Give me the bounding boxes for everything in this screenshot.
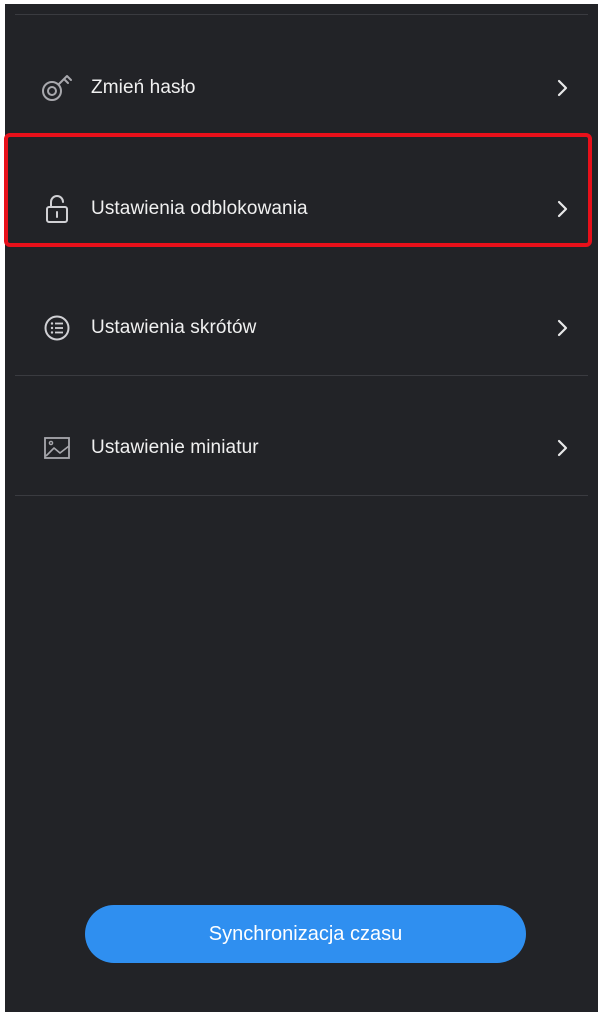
menu-item-thumbnail-settings[interactable]: Ustawienie miniatur (5, 418, 598, 478)
sync-time-button[interactable]: Synchronizacja czasu (85, 905, 526, 963)
key-icon (40, 71, 74, 105)
chevron-right-icon (552, 318, 572, 338)
menu-item-label: Ustawienia skrótów (91, 317, 257, 338)
menu-item-label: Zmień hasło (91, 77, 196, 98)
menu-item-change-password[interactable]: Zmień hasło (5, 58, 598, 118)
menu-item-unlock-settings[interactable]: Ustawienia odblokowania (5, 179, 598, 239)
unlock-icon (40, 192, 74, 226)
menu-item-label: Ustawienia odblokowania (91, 198, 308, 219)
divider (15, 495, 588, 496)
menu-item-label: Ustawienie miniatur (91, 437, 259, 458)
chevron-right-icon (552, 438, 572, 458)
settings-screen: Zmień hasło Ustawienia odblokowania Usta… (5, 4, 598, 1012)
divider (15, 14, 588, 15)
chevron-right-icon (552, 78, 572, 98)
chevron-right-icon (552, 199, 572, 219)
image-icon (40, 431, 74, 465)
menu-item-shortcut-settings[interactable]: Ustawienia skrótów (5, 298, 598, 358)
list-icon (40, 311, 74, 345)
divider (15, 375, 588, 376)
